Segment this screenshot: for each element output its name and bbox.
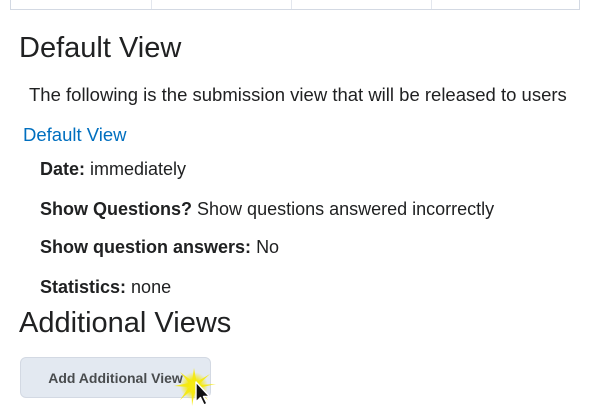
detail-show-answers-label: Show question answers: xyxy=(40,237,252,257)
default-view-description: The following is the submission view tha… xyxy=(29,84,567,105)
detail-show-questions-label: Show Questions? xyxy=(40,199,193,219)
detail-show-questions-value: Show questions answered incorrectly xyxy=(197,199,495,219)
detail-date-value: immediately xyxy=(90,159,187,179)
table-column-divider xyxy=(431,0,432,9)
detail-show-answers: Show question answers: No xyxy=(40,236,279,258)
additional-views-heading: Additional Views xyxy=(19,307,232,339)
detail-show-questions: Show Questions? Show questions answered … xyxy=(40,198,494,220)
default-view-link[interactable]: Default View xyxy=(23,124,127,146)
detail-statistics-value: none xyxy=(131,277,172,297)
detail-date-label: Date: xyxy=(40,159,86,179)
detail-show-answers-value: No xyxy=(256,237,280,257)
default-view-heading: Default View xyxy=(19,32,182,64)
detail-date: Date: immediately xyxy=(40,158,186,180)
add-additional-view-button[interactable]: Add Additional View xyxy=(20,357,211,398)
detail-statistics: Statistics: none xyxy=(40,276,171,298)
table-column-divider xyxy=(291,0,292,9)
detail-statistics-label: Statistics: xyxy=(40,277,127,297)
table-column-divider xyxy=(151,0,152,9)
settings-table-bottom-edge xyxy=(10,0,580,10)
